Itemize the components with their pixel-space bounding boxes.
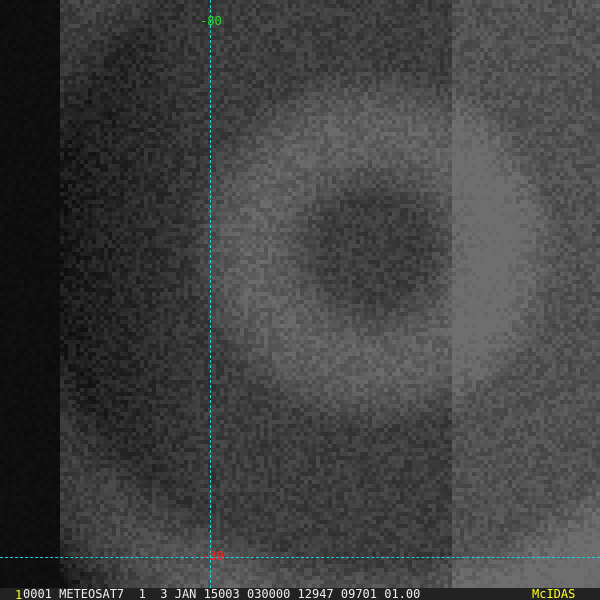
longitude-label: -80: [200, 14, 222, 28]
frame-number: 1: [15, 588, 23, 600]
longitude-gridline: [210, 0, 211, 588]
satellite-image: [0, 0, 600, 588]
latitude-gridline: [0, 557, 600, 558]
mcidas-brand: McIDAS: [532, 587, 576, 600]
satellite-viewer: -80 -30 1 0001 METEOSAT7 1 3 JAN 15003 0…: [0, 0, 600, 600]
status-bar: 1 0001 METEOSAT7 1 3 JAN 15003 030000 12…: [0, 588, 600, 600]
latitude-label: -30: [202, 549, 224, 563]
image-info: 0001 METEOSAT7 1 3 JAN 15003 030000 1294…: [23, 587, 421, 600]
